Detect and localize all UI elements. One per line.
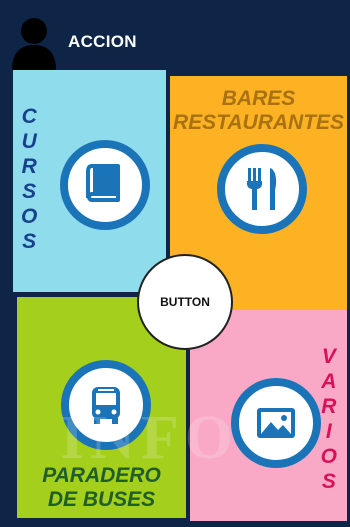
app-screen: ACCION C U R S O S BARES RESTAURANTES PA… bbox=[0, 0, 350, 527]
center-button[interactable]: BUTTON bbox=[137, 254, 233, 350]
cursos-tile[interactable]: C U R S O S bbox=[13, 70, 166, 292]
fork-knife-icon bbox=[247, 168, 277, 210]
watermark: INFO bbox=[60, 404, 239, 472]
cursos-icon-circle[interactable] bbox=[60, 140, 150, 230]
cursos-label: C U R S O S bbox=[21, 105, 38, 253]
user-icon bbox=[12, 18, 56, 70]
varios-icon-circle[interactable] bbox=[231, 378, 321, 468]
bares-label: BARES RESTAURANTES bbox=[172, 87, 345, 134]
top-bar: ACCION bbox=[0, 0, 350, 70]
book-icon bbox=[86, 164, 120, 202]
bares-icon-circle[interactable] bbox=[217, 144, 307, 234]
varios-label: V A R I O S bbox=[320, 345, 337, 493]
picture-icon bbox=[257, 408, 295, 438]
app-title: ACCION bbox=[68, 32, 137, 51]
